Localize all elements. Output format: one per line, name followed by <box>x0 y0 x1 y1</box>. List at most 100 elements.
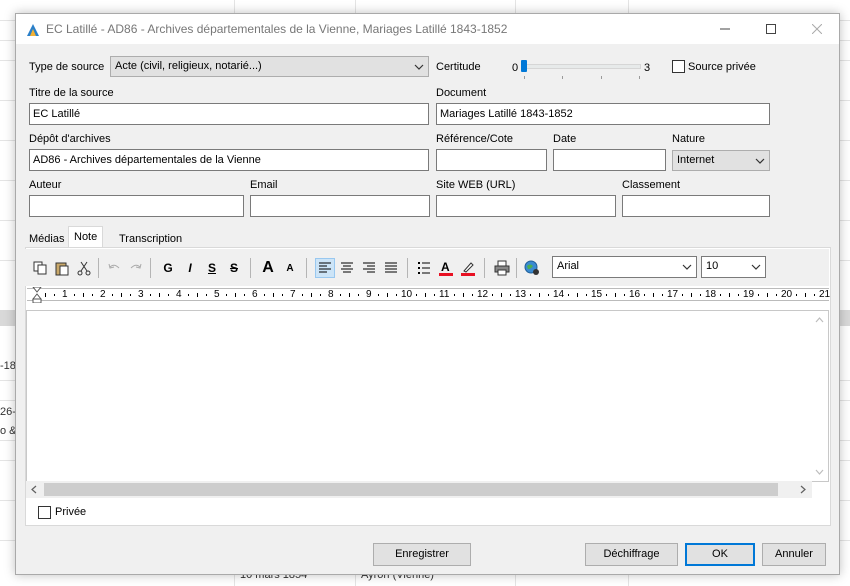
tab-transcription[interactable]: Transcription <box>113 228 188 249</box>
ruler-mark <box>586 294 587 296</box>
dechiffrage-button[interactable]: Déchiffrage <box>585 543 678 566</box>
font-size-value: 10 <box>706 260 719 272</box>
ruler-mark <box>767 293 768 297</box>
certitude-label: Certitude <box>436 61 481 73</box>
certitude-slider-thumb[interactable] <box>521 60 527 72</box>
ruler-mark <box>776 294 777 296</box>
ruler-mark <box>454 294 455 296</box>
italic-button[interactable]: I <box>180 258 200 278</box>
site-input[interactable] <box>436 195 616 217</box>
classement-input[interactable] <box>622 195 770 217</box>
copy-button[interactable] <box>30 258 50 278</box>
vertical-scrollbar[interactable] <box>811 311 828 481</box>
toolbar-separator <box>98 258 99 278</box>
ruler-mark <box>273 293 274 297</box>
scroll-left-icon[interactable] <box>31 485 37 494</box>
auteur-label: Auteur <box>29 179 62 191</box>
ruler-mark <box>510 294 511 296</box>
close-button[interactable] <box>794 14 840 44</box>
horizontal-scrollbar[interactable] <box>26 481 812 498</box>
highlight-button[interactable] <box>458 258 478 278</box>
redo-button[interactable] <box>126 258 146 278</box>
title-bar: EC Latillé - AD86 - Archives département… <box>16 14 839 44</box>
bold-button[interactable]: G <box>158 258 178 278</box>
bullet-list-button[interactable] <box>414 258 434 278</box>
maximize-button[interactable] <box>748 14 794 44</box>
titre-input[interactable]: EC Latillé <box>29 103 429 125</box>
justify-icon <box>385 262 397 273</box>
svg-text:A: A <box>441 260 450 274</box>
chevron-down-icon <box>755 158 765 164</box>
horizontal-scroll-thumb[interactable] <box>44 483 778 496</box>
reference-input[interactable] <box>436 149 547 171</box>
email-input[interactable] <box>250 195 430 217</box>
ruler-mark <box>244 294 245 296</box>
bullet-list-icon <box>418 262 430 274</box>
date-label: Date <box>553 133 577 145</box>
ruler-mark <box>615 293 616 297</box>
auteur-input[interactable] <box>29 195 244 217</box>
justify-button[interactable] <box>381 258 401 278</box>
ruler-number: 10 <box>401 289 413 300</box>
indent-marker-icon[interactable] <box>32 287 42 303</box>
type-source-select[interactable]: Acte (civil, religieux, notarié...) <box>110 56 429 77</box>
underline-button[interactable]: S <box>202 258 222 278</box>
undo-button[interactable] <box>104 258 124 278</box>
ruler-mark <box>691 293 692 297</box>
ruler-number: 20 <box>781 289 793 300</box>
tab-note[interactable]: Note <box>68 226 104 249</box>
align-center-button[interactable] <box>337 258 357 278</box>
minimize-button[interactable] <box>702 14 748 44</box>
scroll-right-icon[interactable] <box>800 485 806 494</box>
shrink-font-button[interactable]: A <box>280 258 300 278</box>
ruler-mark <box>501 293 502 297</box>
font-family-select[interactable]: Arial <box>552 256 697 278</box>
ruler-mark <box>320 294 321 296</box>
grow-font-button[interactable]: A <box>258 258 278 278</box>
date-input[interactable] <box>553 149 666 171</box>
ruler-mark <box>720 294 721 296</box>
ruler-number: 2 <box>100 289 106 300</box>
enregistrer-button[interactable]: Enregistrer <box>373 543 471 566</box>
nature-value: Internet <box>677 154 715 166</box>
annuler-button[interactable]: Annuler <box>762 543 826 566</box>
ruler-number: 1 <box>62 289 68 300</box>
depot-input[interactable]: AD86 - Archives départementales de la Vi… <box>29 149 429 171</box>
paste-icon <box>55 262 69 276</box>
print-button[interactable] <box>492 258 512 278</box>
ruler-mark <box>358 294 359 296</box>
ruler-mark <box>311 293 312 297</box>
align-right-button[interactable] <box>359 258 379 278</box>
ruler-mark <box>416 294 417 296</box>
ruler-number: 6 <box>252 289 258 300</box>
font-size-select[interactable]: 10 <box>701 256 766 278</box>
paste-button[interactable] <box>52 258 72 278</box>
scroll-down-icon[interactable] <box>815 469 824 475</box>
ruler-number: 21 <box>819 289 831 300</box>
ok-button[interactable]: OK <box>685 543 755 566</box>
source-privee-checkbox[interactable] <box>672 60 685 73</box>
scroll-up-icon[interactable] <box>815 317 824 323</box>
privee-checkbox[interactable] <box>38 506 51 519</box>
font-color-button[interactable]: A <box>436 258 456 278</box>
document-input[interactable]: Mariages Latillé 1843-1852 <box>436 103 770 125</box>
titre-label: Titre de la source <box>29 87 114 99</box>
tab-medias[interactable]: Médias <box>23 228 70 249</box>
header-band <box>0 310 15 326</box>
align-left-button[interactable] <box>315 258 335 278</box>
toolbar-separator <box>150 258 151 278</box>
font-color-icon: A <box>439 260 453 276</box>
nature-select[interactable]: Internet <box>672 150 770 171</box>
certitude-slider-track[interactable] <box>521 64 641 69</box>
ruler-number: 13 <box>515 289 527 300</box>
strikethrough-button[interactable]: S <box>224 258 244 278</box>
ruler-mark <box>378 294 379 296</box>
spellcheck-button[interactable] <box>522 258 542 278</box>
cut-button[interactable] <box>74 258 94 278</box>
ruler-number: 11 <box>439 289 450 300</box>
note-editor[interactable] <box>26 310 829 482</box>
ruler-mark <box>235 293 236 297</box>
ruler-mark <box>150 294 151 296</box>
ruler-mark <box>624 294 625 296</box>
certitude-max-label: 3 <box>644 62 651 74</box>
